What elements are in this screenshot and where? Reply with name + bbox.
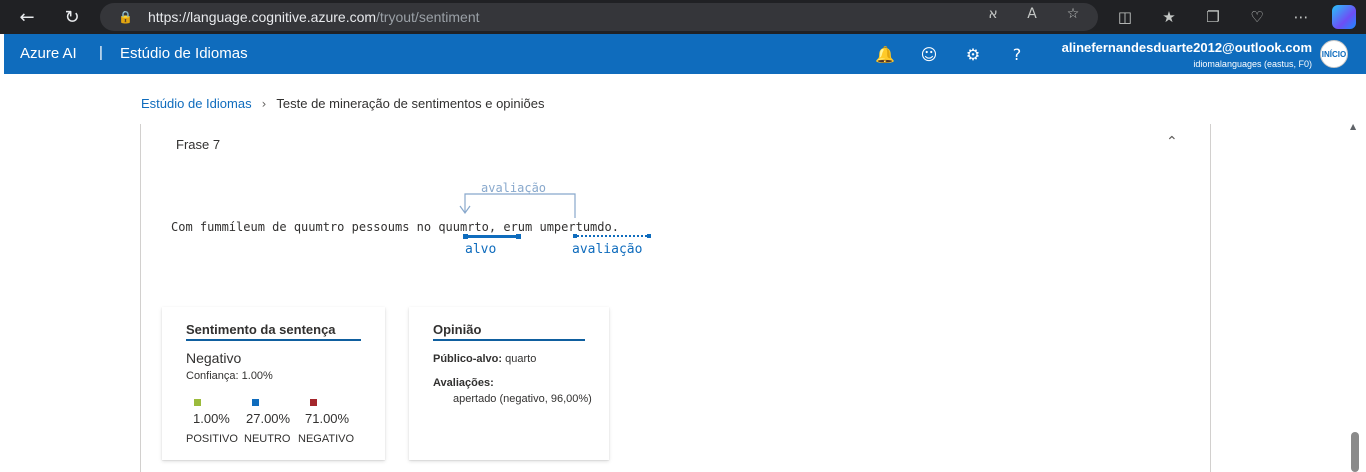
neutral-swatch (252, 399, 259, 406)
refresh-icon[interactable]: ↻ (59, 4, 85, 30)
split-screen-icon[interactable]: ◫ (1114, 6, 1136, 28)
more-icon[interactable]: ⋯ (1290, 6, 1312, 28)
negative-value: 71.00% (305, 411, 350, 426)
positive-name: POSITIVO (186, 433, 238, 445)
target-underline (463, 234, 521, 239)
opinion-target-key: Público-alvo: (433, 353, 503, 365)
url-text: https://language.cognitive.azure.com/try… (148, 9, 480, 25)
neutral-value: 27.00% (246, 411, 291, 426)
scrollbar-thumb[interactable] (1351, 432, 1359, 472)
sentence-text: Com fummíleum de quumtro pessoums no quu… (171, 220, 619, 234)
health-icon[interactable]: ♡ (1246, 6, 1268, 28)
negative-swatch (310, 399, 317, 406)
neutral-name: NEUTRO (244, 433, 291, 445)
confidence-text: Confiança: 1.00% (186, 370, 273, 382)
brand-link[interactable]: Azure AI (20, 45, 77, 62)
favorite-star-icon[interactable]: ☆ (1062, 4, 1084, 24)
address-bar[interactable]: 🔒 https://language.cognitive.azure.com/t… (100, 3, 1098, 31)
sentence-title: Frase 7 (176, 137, 221, 152)
target-label: alvo (465, 242, 497, 257)
target-word[interactable]: quumrto (438, 220, 489, 234)
smiley-icon[interactable]: ☺ (918, 43, 940, 65)
assessment-word[interactable]: umpertumdo (539, 220, 611, 234)
positive-value: 1.00% (193, 411, 230, 426)
avatar-text: INÍCIO (1321, 49, 1347, 59)
scroll-up-icon[interactable]: ▲ (1350, 122, 1360, 132)
studio-link[interactable]: Estúdio de Idiomas (120, 45, 248, 62)
opinion-assessments-key: Avaliações: (433, 377, 494, 389)
opinion-card-title: Opinião (433, 322, 482, 337)
sentiment-card-title: Sentimento da sentença (186, 322, 336, 337)
assessment-underline (573, 234, 651, 238)
avatar[interactable]: INÍCIO (1320, 40, 1348, 68)
opinion-assessment-value: apertado (negativo, 96,00%) (453, 393, 592, 405)
negative-name: NEGATIVO (298, 433, 355, 445)
positive-swatch (194, 399, 201, 406)
breadcrumb-root-link[interactable]: Estúdio de Idiomas (141, 96, 252, 111)
translate-icon[interactable]: א (982, 4, 1004, 24)
lock-icon: 🔒 (118, 10, 133, 24)
assessment-label: avaliação (572, 242, 643, 257)
chevron-right-icon: › (261, 96, 267, 111)
opinion-card-rule (433, 339, 585, 341)
collections-icon[interactable]: ❐ (1202, 6, 1224, 28)
header-divider: | (99, 44, 103, 61)
user-resource: idiomalanguages (eastus, F0) (1193, 59, 1312, 69)
opinion-card: Opinião Público-alvo: quarto Avaliações:… (409, 307, 609, 460)
sentiment-card: Sentimento da sentença Negativo Confianç… (162, 307, 385, 460)
opinion-arc (459, 193, 576, 218)
opinion-target-value: quarto (505, 353, 537, 365)
user-email[interactable]: alinefernandesduarte2012@outlook.com (1062, 40, 1312, 55)
chevron-up-icon[interactable]: ⌃ (1166, 134, 1182, 150)
back-icon[interactable]: ← (14, 4, 40, 30)
opinion-target: Público-alvo: quarto (433, 353, 536, 365)
bell-icon[interactable]: 🔔 (874, 43, 896, 65)
browser-toolbar: ← ↻ 🔒 https://language.cognitive.azure.c… (0, 0, 1366, 34)
gear-icon[interactable]: ⚙ (962, 43, 984, 65)
help-icon[interactable]: ? (1006, 43, 1028, 65)
read-aloud-icon[interactable]: A (1021, 4, 1043, 24)
sentence-panel: Frase 7 ⌃ avaliação Com fummíleum de quu… (140, 124, 1211, 472)
breadcrumb: Estúdio de Idiomas › Teste de mineração … (141, 96, 545, 111)
sentence-after: . (611, 220, 619, 234)
sentence-middle: , erum (488, 220, 540, 234)
breadcrumb-current: Teste de mineração de sentimentos e opin… (276, 96, 545, 111)
sentence-before: Com fummíleum de quumtro pessoums no (171, 220, 439, 234)
copilot-icon[interactable] (1332, 5, 1356, 29)
favorites-icon[interactable]: ★ (1158, 6, 1180, 28)
arc-label: avaliação (481, 181, 547, 195)
app-header: Azure AI | Estúdio de Idiomas 🔔 ☺ ⚙ ? al… (4, 34, 1366, 74)
sentiment-card-rule (186, 339, 361, 341)
sentiment-label: Negativo (186, 350, 242, 366)
